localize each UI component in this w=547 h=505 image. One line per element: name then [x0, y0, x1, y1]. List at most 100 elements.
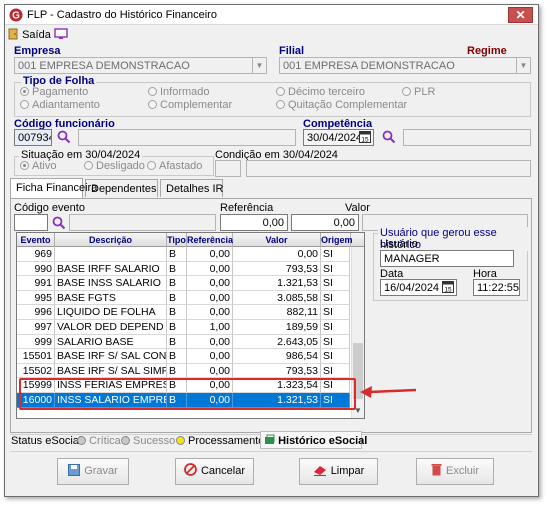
cell-origem: SI — [321, 305, 350, 320]
tab-ficha-financeira[interactable]: Ficha Financeira — [10, 178, 97, 198]
cell-valor: 2.643,05 — [233, 334, 321, 350]
cell-evento: 15502 — [17, 363, 55, 379]
cell-evento: 15501 — [17, 349, 55, 364]
table-row[interactable]: 16000INSS SALARIO EMPRESAB0,001.321,53SI — [17, 393, 350, 408]
competencia-value: 30/04/2024 — [307, 132, 363, 144]
col-referencia[interactable]: Referência — [187, 233, 233, 247]
radio-pagamento[interactable]: Pagamento — [20, 86, 88, 98]
exit-label: Saída — [22, 29, 51, 41]
svg-text:G: G — [12, 11, 20, 22]
cell-tipo: B — [167, 393, 187, 408]
radio-dot — [20, 87, 29, 96]
table-row[interactable]: 969 B 0,00 0,00 SI — [17, 247, 350, 262]
radio-ativo[interactable]: Ativo — [20, 160, 56, 172]
referencia-label: Referência — [220, 202, 274, 214]
table-row[interactable]: 15999 INSS FERIAS EMPRESA B 0,00 1.323,54 SI — [17, 378, 350, 393]
calendar-icon[interactable]: 15 — [359, 131, 371, 143]
funcionario-code-input[interactable]: 007934 — [14, 129, 52, 146]
radio-dot — [148, 100, 157, 109]
toolbar: Saída — [5, 26, 538, 42]
calendar-icon[interactable]: 15 — [442, 281, 454, 293]
col-origem[interactable]: Origem — [321, 233, 353, 247]
radio-adiantamento[interactable]: Adiantamento — [20, 99, 100, 111]
status-processamento-label: Processamento — [188, 435, 265, 447]
filial-value: 001 EMPRESA DEMONSTRACAO — [283, 60, 455, 72]
svg-text:15: 15 — [444, 287, 452, 294]
col-tipo[interactable]: Tipo — [167, 233, 187, 247]
col-descricao[interactable]: Descrição — [55, 233, 167, 247]
exit-button[interactable]: Saída — [8, 28, 51, 41]
radio-desligado[interactable]: Desligado — [84, 160, 145, 172]
data-value: 16/04/2024 — [384, 282, 440, 294]
table-row[interactable]: 990 BASE IRFF SALARIO B 0,00 793,53 SI — [17, 261, 350, 277]
chevron-down-icon[interactable]: ▼ — [516, 58, 530, 73]
search-icon[interactable] — [382, 130, 396, 144]
historico-icon — [265, 434, 275, 444]
tab-detalhes-ir[interactable]: Detalhes IR — [160, 179, 223, 197]
gravar-label: Gravar — [84, 465, 118, 477]
monitor-icon[interactable] — [54, 28, 68, 40]
radio-plr[interactable]: PLR — [402, 86, 435, 98]
radio-label: Complementar — [160, 99, 233, 111]
radio-dot — [148, 87, 157, 96]
filial-select[interactable]: 001 EMPRESA DEMONSTRACAO ▼ — [279, 57, 531, 74]
cell-evento: 15999 — [17, 378, 55, 393]
table-row[interactable]: 15502 BASE IRF S/ SAL SIMPL B 0,00 793,53 SI — [17, 363, 350, 379]
cell-descricao — [55, 247, 167, 262]
cell-referencia: 0,00 — [187, 378, 233, 393]
cell-descricao: BASE IRF S/ SAL SIMPL — [55, 363, 167, 379]
close-button[interactable]: ✕ — [508, 7, 533, 23]
limpar-button[interactable]: Limpar — [299, 458, 378, 485]
search-icon[interactable] — [52, 216, 66, 230]
table-row[interactable]: 997VALOR DED DEPEND IR...B1,00189,59SI — [17, 320, 350, 335]
cell-evento: 999 — [17, 334, 55, 350]
cell-descricao: BASE INSS SALARIO — [55, 276, 167, 291]
referencia-input[interactable]: 0,00 — [220, 214, 288, 231]
table-row[interactable]: 991 BASE INSS SALARIO B 0,00 1.321,53 SI — [17, 276, 350, 291]
save-icon — [68, 464, 81, 476]
cell-origem: SI — [321, 320, 350, 335]
cell-referencia: 0,00 — [187, 393, 233, 408]
status-processamento-dot — [176, 436, 185, 445]
col-valor[interactable]: Valor — [233, 233, 321, 247]
radio-quitacao-complementar[interactable]: Quitação Complementar — [276, 99, 407, 111]
chevron-down-icon[interactable]: ▼ — [354, 406, 362, 415]
chevron-down-icon[interactable]: ▼ — [252, 58, 266, 73]
eventos-grid[interactable]: Evento Descrição Tipo Referência Valor O… — [16, 232, 365, 419]
cell-origem: SI — [321, 290, 350, 306]
table-row[interactable]: 15501BASE IRF S/ SAL CONVENB0,00986,54SI — [17, 349, 350, 364]
radio-label: PLR — [414, 86, 436, 98]
excluir-button[interactable]: Excluir — [416, 458, 494, 485]
cell-descricao: SALARIO BASE — [55, 334, 167, 350]
radio-informado[interactable]: Informado — [148, 86, 210, 98]
cancelar-label: Cancelar — [200, 465, 246, 477]
cell-tipo: B — [167, 261, 187, 277]
cell-tipo: B — [167, 305, 187, 320]
table-row[interactable]: 996 LIQUIDO DE FOLHA B 0,00 882,11 SI — [17, 305, 350, 320]
hora-field: 11:22:55 — [473, 279, 520, 296]
radio-decimo-terceiro[interactable]: Décimo terceiro — [276, 86, 365, 98]
cell-origem: SI — [321, 247, 350, 262]
status-critica-label: Crítica — [89, 435, 121, 447]
col-evento[interactable]: Evento — [17, 233, 55, 247]
gravar-button[interactable]: Gravar — [57, 458, 129, 485]
cell-referencia: 0,00 — [187, 261, 233, 277]
empresa-select[interactable]: 001 EMPRESA DEMONSTRACAO ▼ — [14, 57, 267, 74]
codigo-evento-input[interactable] — [14, 214, 48, 231]
valor-input[interactable]: 0,00 — [291, 214, 359, 231]
cancelar-button[interactable]: Cancelar — [175, 458, 254, 485]
radio-complementar[interactable]: Complementar — [148, 99, 232, 111]
codigo-evento-label: Código evento — [14, 202, 85, 214]
historico-esocial-button[interactable]: Histórico eSocial — [260, 431, 367, 449]
table-row[interactable]: 999 SALARIO BASE B 0,00 2.643,05 SI — [17, 334, 350, 350]
table-row[interactable]: 995 BASE FGTS B 0,00 3.085,58 SI — [17, 290, 350, 306]
status-esocial-label: Status eSocial: — [11, 435, 85, 447]
condicao-code-field — [215, 160, 241, 177]
cell-origem: SI — [321, 334, 350, 350]
ficha-financeira-panel: Código evento Referência 0,00 Valor 0,00… — [10, 198, 532, 433]
radio-dot — [20, 161, 29, 170]
status-processamento: Processamento — [176, 435, 264, 447]
search-icon[interactable] — [57, 130, 71, 144]
radio-afastado[interactable]: Afastado — [147, 160, 202, 172]
cell-tipo: B — [167, 320, 187, 335]
